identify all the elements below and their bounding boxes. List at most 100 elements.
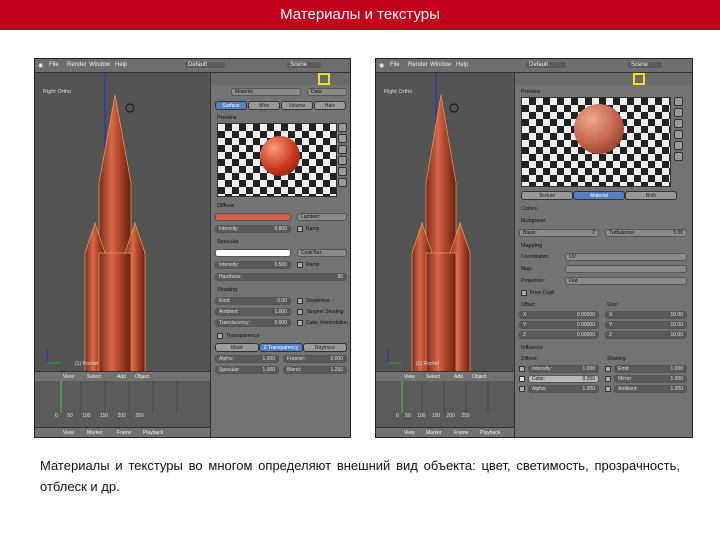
right-3d-viewport[interactable]: Right Ortho (1) Rocket [376,73,514,373]
right-vp-menu-object[interactable]: Object [472,374,486,380]
right-scene-selector[interactable]: Scene [628,62,663,68]
specular-intensity-field[interactable]: Intensity: 0.500 [215,261,291,269]
right-tl-menu-frame[interactable]: Frame [454,430,468,436]
right-vp-menu-add[interactable]: Add [454,374,463,380]
specular-ramp-checkbox[interactable] [297,262,303,268]
preview-tab-texture[interactable]: Texture [521,191,573,200]
blend-field[interactable]: Blend: 1.250 [283,366,347,374]
influence-intensity-field[interactable]: Intensity: 1.000 [528,365,599,373]
right-menu-render[interactable]: Render [408,62,428,68]
transparency-specular-field[interactable]: Specular: 1.000 [215,366,279,374]
left-vp-menu-add[interactable]: Add [117,374,126,380]
left-preview-title[interactable]: Preview [217,115,237,121]
right-mapping-title[interactable]: Mapping [521,243,542,249]
right-colors-title[interactable]: Colors [521,206,537,212]
texture-tab-highlight-icon[interactable] [633,73,645,85]
left-vp-menu-object[interactable]: Object [135,374,149,380]
right-preview-title[interactable]: Preview [521,89,541,95]
size-x-field[interactable]: X 10.00 [605,311,687,319]
right-timeline[interactable]: 0 50 100 150 200 250 [376,381,514,427]
left-tl-menu-playback[interactable]: Playback [143,430,163,436]
transparency-mask[interactable]: Mask [215,343,259,352]
left-tl-menu-marker[interactable]: Marker [87,430,103,436]
influence-mirror-checkbox[interactable] [605,376,611,382]
left-data-selector[interactable]: Data [307,88,347,96]
right-vp-menu-view[interactable]: View [404,374,415,380]
right-musgrave-title[interactable]: Musgrave [521,218,545,224]
tab-volume[interactable]: Volume [281,101,313,110]
left-tl-menu-view[interactable]: View [63,430,74,436]
transparency-checkbox[interactable] [217,333,223,339]
mapping-projection-select[interactable]: Flat [565,277,687,285]
offset-x-field[interactable]: X 0.00000 [519,311,599,319]
left-layout-selector[interactable]: Default [185,62,226,68]
right-menu-window[interactable]: Window [430,62,451,68]
musgrave-basis-field[interactable]: Basis: 2 [519,229,599,237]
left-menu-file[interactable]: File [49,62,59,68]
left-material-name[interactable]: Material [231,88,301,96]
left-shading-title[interactable]: Shading [217,287,237,293]
influence-alpha-field[interactable]: Alpha: 1.000 [528,385,599,393]
left-vp-menu-select[interactable]: Select [87,374,101,380]
transparency-z[interactable]: Z Transparency [259,343,303,352]
influence-alpha-checkbox[interactable] [519,386,525,392]
cubic-interpolation-checkbox[interactable] [297,320,303,326]
right-layout-selector[interactable]: Default [526,62,567,68]
from-dupli-checkbox[interactable] [521,290,527,296]
left-specular-title[interactable]: Specular [217,239,239,245]
left-vp-menu-view[interactable]: View [63,374,74,380]
right-tl-menu-view[interactable]: View [404,430,415,436]
diffuse-ramp-checkbox[interactable] [297,226,303,232]
left-scene-selector[interactable]: Scene [287,62,322,68]
tab-wire[interactable]: Wire [248,101,280,110]
emit-field[interactable]: Emit: 0.00 [215,297,291,305]
influence-emit-field[interactable]: Emit: 1.000 [614,365,687,373]
right-tl-menu-marker[interactable]: Marker [426,430,442,436]
left-transparency-title[interactable]: Transparency [226,333,259,339]
left-diffuse-title[interactable]: Diffuse [217,203,234,209]
right-tl-menu-playback[interactable]: Playback [480,430,500,436]
mapping-coordinates-select[interactable]: UV [565,253,687,261]
fresnel-field[interactable]: Fresnel: 0.000 [283,355,347,363]
left-menu-help[interactable]: Help [115,62,127,68]
offset-z-field[interactable]: Z 0.00000 [519,331,599,339]
left-menu-render[interactable]: Render [67,62,87,68]
influence-color-checkbox[interactable] [519,376,525,382]
translucency-field[interactable]: Translucency: 0.000 [215,319,291,327]
tab-halo[interactable]: Halo [314,101,346,110]
size-y-field[interactable]: Y 10.00 [605,321,687,329]
diffuse-shader-select[interactable]: Lambert [297,213,347,221]
left-menu-window[interactable]: Window [89,62,110,68]
influence-mirror-field[interactable]: Mirror: 1.000 [614,375,687,383]
right-menu-file[interactable]: File [390,62,400,68]
material-tab-highlight-icon[interactable] [318,73,330,85]
size-z-field[interactable]: Z 10.00 [605,331,687,339]
tab-surface[interactable]: Surface [215,101,247,110]
shadeless-checkbox[interactable] [297,298,303,304]
mapping-map-select[interactable] [565,265,687,273]
diffuse-color-swatch[interactable] [215,213,291,221]
hardness-field[interactable]: Hardness: 50 [215,273,347,281]
diffuse-intensity-field[interactable]: Intensity: 0.800 [215,225,291,233]
right-preview-type-buttons[interactable] [674,97,684,163]
left-tl-menu-frame[interactable]: Frame [117,430,131,436]
left-preview-type-buttons[interactable] [338,123,348,189]
offset-y-field[interactable]: Y 0.00000 [519,321,599,329]
musgrave-turbulence-field[interactable]: Turbulence: 5.00 [605,229,687,237]
influence-ambient-checkbox[interactable] [605,386,611,392]
specular-color-swatch[interactable] [215,249,291,257]
left-timeline[interactable]: 0 50 100 150 200 250 [35,381,210,427]
left-3d-viewport[interactable]: Right Ortho (1) Rocket [35,73,210,373]
right-influence-title[interactable]: Influence [521,345,543,351]
preview-tab-material[interactable]: Material [573,191,625,200]
ambient-field[interactable]: Ambient: 1.000 [215,308,291,316]
influence-emit-checkbox[interactable] [605,366,611,372]
right-menu-help[interactable]: Help [456,62,468,68]
influence-intensity-checkbox[interactable] [519,366,525,372]
transparency-raytrace[interactable]: Raytrace [303,343,347,352]
influence-ambient-field[interactable]: Ambient: 1.000 [614,385,687,393]
specular-shader-select[interactable]: CookTorr [297,249,347,257]
tangent-shading-checkbox[interactable] [297,309,303,315]
preview-tab-both[interactable]: Both [625,191,677,200]
alpha-field[interactable]: Alpha: 1.000 [215,355,279,363]
